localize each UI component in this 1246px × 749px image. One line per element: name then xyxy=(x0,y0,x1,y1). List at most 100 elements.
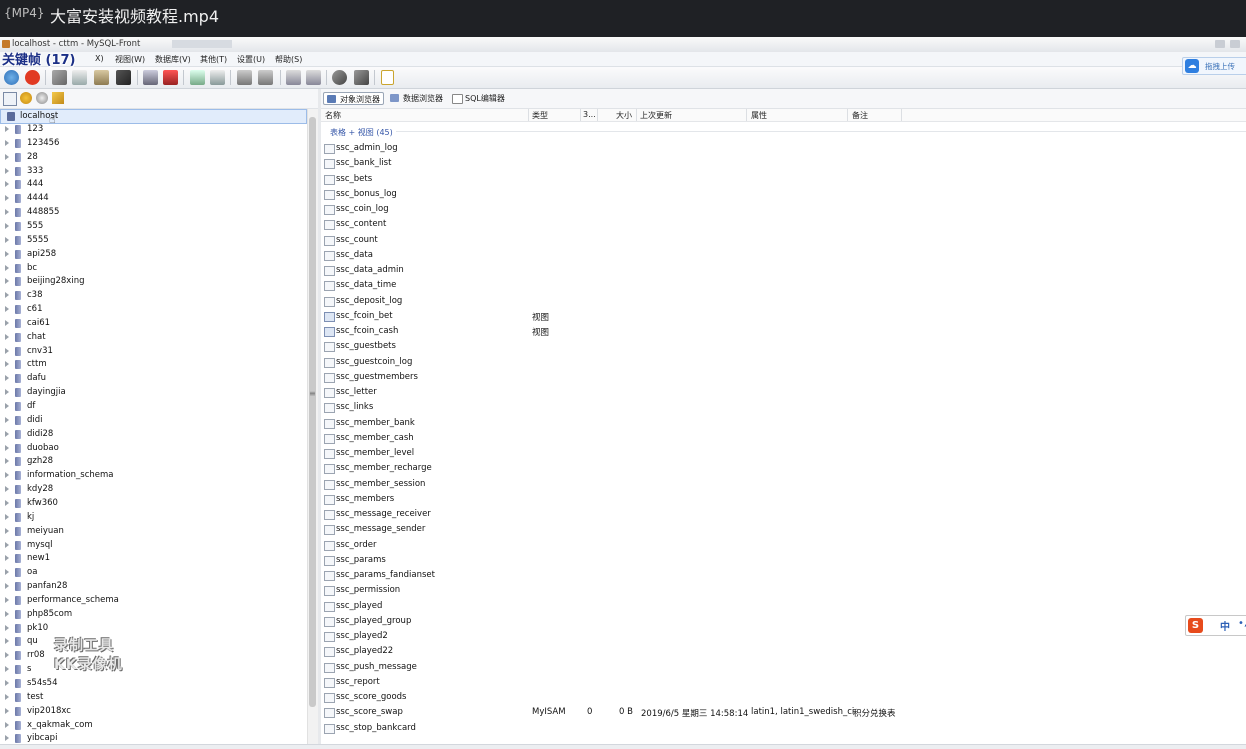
tree-item-db[interactable]: didi xyxy=(0,414,306,428)
expand-arrow-icon[interactable] xyxy=(5,555,9,562)
tree-item-db[interactable]: meiyuan xyxy=(0,525,306,539)
expand-arrow-icon[interactable] xyxy=(5,444,9,451)
copy-icon[interactable] xyxy=(72,70,87,85)
tree-view-icon[interactable] xyxy=(3,92,17,106)
table-row[interactable]: ssc_data xyxy=(321,248,1246,263)
menu-view[interactable]: 视图(W) xyxy=(115,54,145,65)
col-attributes[interactable]: 属性 xyxy=(751,110,767,121)
table-row[interactable]: ssc_score_swap MyISAM 0 0 B 2019/6/5 星期三 14:… xyxy=(321,705,1246,720)
expand-arrow-icon[interactable] xyxy=(5,527,9,534)
tree-item-db[interactable]: chat xyxy=(0,331,306,345)
expand-arrow-icon[interactable] xyxy=(5,596,9,603)
favorites-icon[interactable] xyxy=(20,92,32,104)
menu-settings[interactable]: 设置(U) xyxy=(237,54,265,65)
table-row[interactable]: ssc_stop_bankcard xyxy=(321,721,1246,736)
ime-language-toggle[interactable]: 中 xyxy=(1220,618,1230,633)
tree-item-db[interactable]: duobao xyxy=(0,442,306,456)
col-divider[interactable] xyxy=(746,109,747,121)
table-row[interactable]: ssc_message_receiver xyxy=(321,507,1246,522)
table-row[interactable]: ssc_permission xyxy=(321,583,1246,598)
table-row[interactable]: ssc_order xyxy=(321,538,1246,553)
add-index-icon[interactable] xyxy=(286,70,301,85)
add-table-icon[interactable] xyxy=(190,70,205,85)
col-comment[interactable]: 备注 xyxy=(852,110,868,121)
table-row[interactable]: ssc_member_recharge xyxy=(321,461,1246,476)
refresh-icon[interactable] xyxy=(4,70,19,85)
tree-item-db[interactable]: s54s54 xyxy=(0,677,306,691)
tab-sql-editor[interactable]: SQL编辑器 xyxy=(449,92,508,105)
tab-data-browser[interactable]: 数据浏览器 xyxy=(387,92,446,105)
tree-item-db[interactable]: kdy28 xyxy=(0,483,306,497)
tree-item-db[interactable]: cttm xyxy=(0,358,306,372)
tree-root-localhost[interactable]: localhost ☝ xyxy=(0,109,307,126)
table-row[interactable]: ssc_params xyxy=(321,553,1246,568)
table-row[interactable]: ssc_deposit_log xyxy=(321,294,1246,309)
files-icon[interactable] xyxy=(52,92,64,104)
tree-item-db[interactable]: gzh28 xyxy=(0,455,306,469)
tree-item-db[interactable]: pk10 xyxy=(0,622,306,636)
table-row[interactable]: ssc_message_sender xyxy=(321,522,1246,537)
tree-item-db[interactable]: vip2018xc xyxy=(0,705,306,719)
tree-item-db[interactable]: s xyxy=(0,663,306,677)
expand-arrow-icon[interactable] xyxy=(5,680,9,686)
table-row[interactable]: ssc_member_cash xyxy=(321,431,1246,446)
paste-icon[interactable] xyxy=(94,70,109,85)
checklist-icon[interactable] xyxy=(381,70,394,85)
expand-arrow-icon[interactable] xyxy=(5,416,9,423)
tree-item-db[interactable]: 333 xyxy=(0,165,306,179)
tree-item-db[interactable]: new1 xyxy=(0,552,306,566)
expand-arrow-icon[interactable] xyxy=(5,167,9,174)
col-name[interactable]: 名称 xyxy=(325,110,341,121)
table-row[interactable]: ssc_guestcoin_log xyxy=(321,355,1246,370)
expand-arrow-icon[interactable] xyxy=(5,222,9,229)
table-row[interactable]: ssc_guestbets xyxy=(321,339,1246,354)
tree-item-db[interactable]: dayingjia xyxy=(0,386,306,400)
tree-item-db[interactable]: 444 xyxy=(0,178,306,192)
table-row[interactable]: ssc_links xyxy=(321,400,1246,415)
expand-arrow-icon[interactable] xyxy=(5,513,9,520)
col-divider[interactable] xyxy=(528,109,529,121)
tree-item-db[interactable]: 28 xyxy=(0,151,306,165)
expand-arrow-icon[interactable] xyxy=(5,153,9,160)
tree-item-db[interactable]: x_qakmak_com xyxy=(0,719,306,733)
table-row[interactable]: ssc_data_admin xyxy=(321,263,1246,278)
tree-item-db[interactable]: 448855 xyxy=(0,206,306,220)
remove-table-icon[interactable] xyxy=(210,70,225,85)
col-updated[interactable]: 上次更新 xyxy=(640,110,672,121)
tree-item-db[interactable]: qu xyxy=(0,635,306,649)
expand-arrow-icon[interactable] xyxy=(5,319,9,326)
expand-arrow-icon[interactable] xyxy=(5,486,9,493)
table-row[interactable]: ssc_coin_log xyxy=(321,202,1246,217)
expand-arrow-icon[interactable] xyxy=(5,569,9,576)
expand-arrow-icon[interactable] xyxy=(5,361,9,368)
ime-toolbar[interactable]: S 中 •, xyxy=(1185,615,1246,636)
expand-arrow-icon[interactable] xyxy=(5,209,9,216)
menu-database[interactable]: 数据库(V) xyxy=(155,54,191,65)
tree-item-db[interactable]: kfw360 xyxy=(0,497,306,511)
tree-item-db[interactable]: php85com xyxy=(0,608,306,622)
drop-db-icon[interactable] xyxy=(163,70,178,85)
tree-item-db[interactable]: mysql xyxy=(0,539,306,553)
search-icon[interactable] xyxy=(332,70,347,85)
replace-icon[interactable] xyxy=(354,70,369,85)
expand-arrow-icon[interactable] xyxy=(5,375,9,382)
sogou-ime-icon[interactable]: S xyxy=(1188,618,1203,633)
new-db-icon[interactable] xyxy=(143,70,158,85)
table-row[interactable]: ssc_fcoin_bet 视图 xyxy=(321,309,1246,324)
col-type[interactable]: 类型 xyxy=(532,110,548,121)
menu-edit[interactable]: X) xyxy=(95,54,104,63)
tree-item-db[interactable]: api258 xyxy=(0,248,306,262)
expand-arrow-icon[interactable] xyxy=(5,472,9,479)
minimize-button[interactable] xyxy=(1215,40,1225,48)
table-row[interactable]: ssc_bank_list xyxy=(321,156,1246,171)
stop-icon[interactable] xyxy=(25,70,40,85)
table-row[interactable]: ssc_member_level xyxy=(321,446,1246,461)
expand-arrow-icon[interactable] xyxy=(5,666,9,673)
table-row[interactable]: ssc_fcoin_cash 视图 xyxy=(321,324,1246,339)
cut-icon[interactable] xyxy=(52,70,67,85)
expand-arrow-icon[interactable] xyxy=(5,403,9,409)
tree-item-db[interactable]: kj xyxy=(0,511,306,525)
col-size[interactable]: 大小 xyxy=(616,110,632,121)
col-divider[interactable] xyxy=(901,109,902,121)
tree-item-db[interactable]: 4444 xyxy=(0,192,306,206)
